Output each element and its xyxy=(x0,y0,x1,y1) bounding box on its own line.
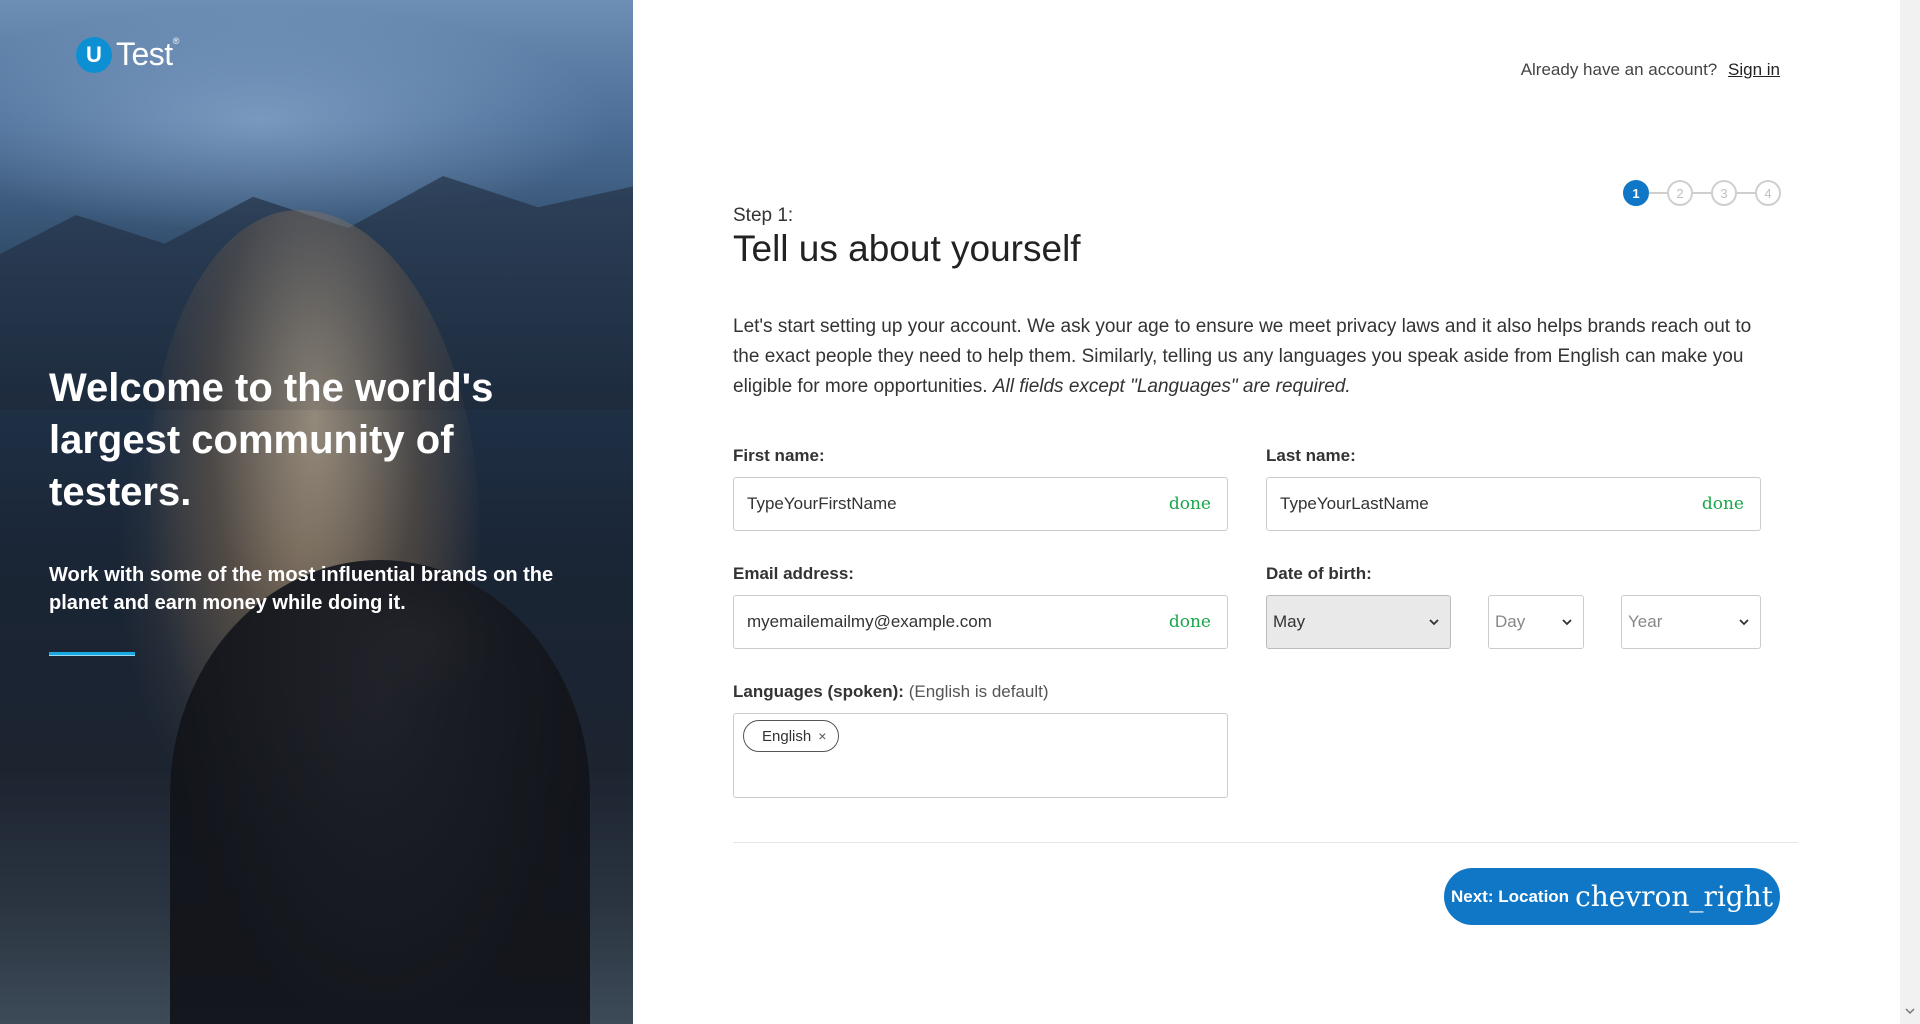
first-name-field[interactable]: done xyxy=(733,477,1228,531)
step-4-indicator: 4 xyxy=(1755,180,1781,206)
hero-title: Welcome to the world's largest community… xyxy=(49,366,494,514)
last-name-valid-icon: done xyxy=(1701,494,1744,514)
step-connector xyxy=(1693,192,1711,194)
chevron-down-icon xyxy=(1739,619,1749,626)
languages-label: Languages (spoken): (English is default) xyxy=(733,682,1049,701)
intro-text: Let's start setting up your account. We … xyxy=(733,316,1752,397)
step-1-indicator: 1 xyxy=(1623,180,1649,206)
birth-year-select[interactable]: Year xyxy=(1621,595,1761,649)
step-2-indicator: 2 xyxy=(1667,180,1693,206)
next-button-label: Next: Location xyxy=(1451,886,1570,906)
hero-accent-line xyxy=(49,652,135,656)
logo-wordmark: Test® xyxy=(116,36,179,72)
birth-month-select[interactable]: May xyxy=(1266,595,1451,649)
first-name-label: First name: xyxy=(733,446,825,465)
email-valid-icon: done xyxy=(1168,612,1211,632)
required-note: All fields except "Languages" are requir… xyxy=(992,376,1351,397)
hero-subtitle: Work with some of the most influential b… xyxy=(49,564,554,614)
utest-logo[interactable]: U Test® xyxy=(76,36,179,73)
signin-link[interactable]: Sign in xyxy=(1728,60,1780,79)
languages-note: (English is default) xyxy=(908,682,1049,701)
language-tag-english: English × xyxy=(743,720,840,752)
hero-photo-body xyxy=(170,560,590,1024)
remove-tag-icon[interactable]: × xyxy=(818,728,826,744)
scroll-down-arrow-icon[interactable] xyxy=(1905,1006,1915,1016)
email-label: Email address: xyxy=(733,564,854,583)
step-progress: 1 2 3 4 xyxy=(1623,180,1781,206)
step-label: Step 1: xyxy=(733,205,794,226)
email-input[interactable] xyxy=(747,612,1169,632)
page-scrollbar[interactable] xyxy=(1900,0,1920,1024)
already-account-text: Already have an account? xyxy=(1520,60,1718,79)
birth-month-value: May xyxy=(1273,612,1306,631)
signin-prompt: Already have an account? Sign in xyxy=(1500,60,1780,80)
last-name-input[interactable] xyxy=(1280,494,1702,514)
chevron-down-icon xyxy=(1429,619,1439,626)
form-divider xyxy=(733,842,1798,843)
language-tag-label: English xyxy=(762,727,812,745)
email-field[interactable]: done xyxy=(733,595,1228,649)
birth-day-select[interactable]: Day xyxy=(1488,595,1584,649)
chevron-right-icon: chevron_right xyxy=(1575,880,1773,913)
birth-day-placeholder: Day xyxy=(1495,612,1526,631)
logo-mark: U xyxy=(76,36,112,73)
first-name-input[interactable] xyxy=(747,494,1169,514)
languages-input[interactable]: English × xyxy=(733,713,1228,798)
dob-label: Date of birth: xyxy=(1266,564,1372,583)
chevron-down-icon xyxy=(1562,619,1572,626)
hero-panel: U Test® Welcome to the world's largest c… xyxy=(0,0,633,1024)
last-name-field[interactable]: done xyxy=(1266,477,1761,531)
page-title: Tell us about yourself xyxy=(733,228,1081,269)
first-name-valid-icon: done xyxy=(1168,494,1211,514)
last-name-label: Last name: xyxy=(1266,446,1356,465)
step-3-indicator: 3 xyxy=(1711,180,1737,206)
step-connector xyxy=(1737,192,1755,194)
next-location-button[interactable]: Next: Location chevron_right xyxy=(1444,868,1780,925)
birth-year-placeholder: Year xyxy=(1628,612,1663,631)
step-connector xyxy=(1649,192,1667,194)
